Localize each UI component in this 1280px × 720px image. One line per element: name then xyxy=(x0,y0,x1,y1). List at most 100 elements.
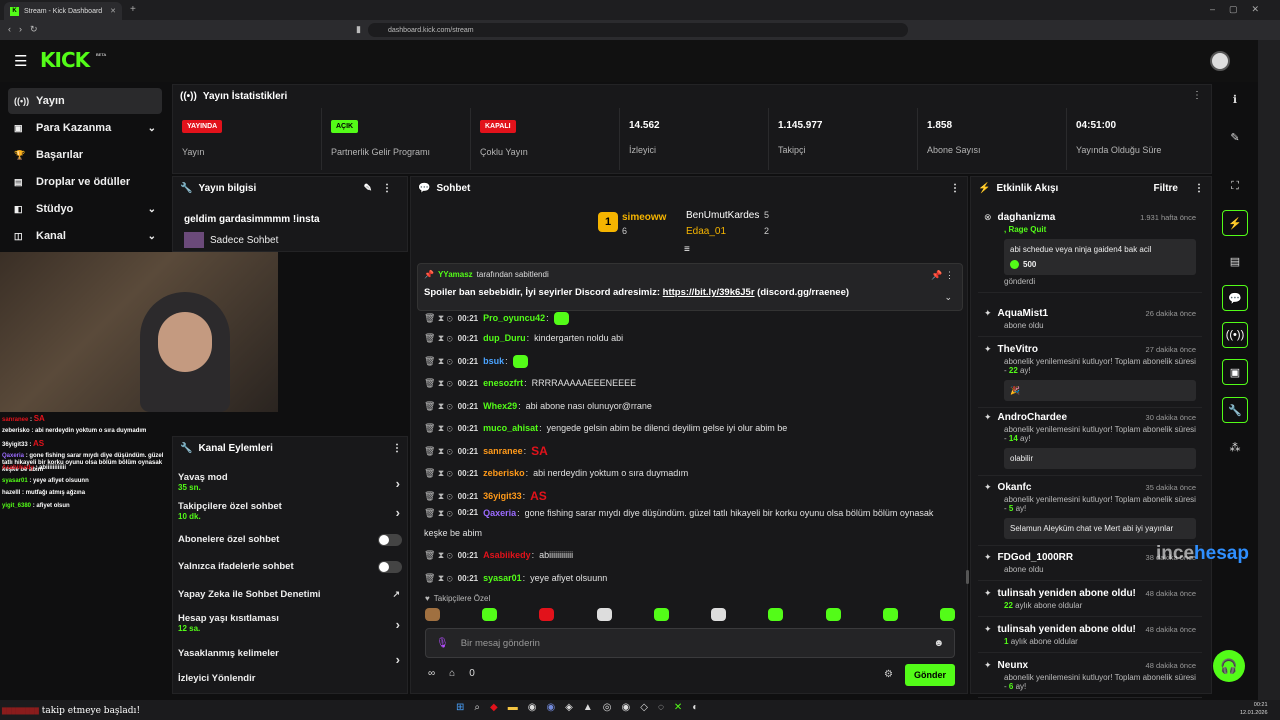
layout-icon[interactable]: ▣ xyxy=(1222,359,1248,385)
mod-icons[interactable]: 🗑 ⧗ ⊙ xyxy=(424,573,453,584)
chat-message[interactable]: 🗑 ⧗ ⊙ 00:21 36yigit33: AS xyxy=(424,485,954,507)
chat-message[interactable]: 🗑 ⧗ ⊙ 00:21 zeberisko: abi nerdeydin yoktum… xyxy=(424,462,954,484)
browser-tab[interactable]: K Stream - Kick Dashboard ✕ xyxy=(4,2,122,20)
window-controls[interactable]: –▢✕ xyxy=(1210,4,1273,15)
chevron-down-icon[interactable]: ⌄ xyxy=(148,123,156,134)
crop-icon[interactable]: ⛶ xyxy=(1222,173,1248,199)
app-icon[interactable]: ◌ xyxy=(658,702,664,713)
chat-message[interactable]: 🗑 ⧗ ⊙ 00:21 enesozfrt: RRRRAAAAAEEENEEEE xyxy=(424,372,954,394)
chat-message[interactable]: 🗑 ⧗ ⊙ 00:21 bsuk: xyxy=(424,350,954,372)
chevron-down-icon[interactable]: ⌄ xyxy=(148,231,156,242)
message-user[interactable]: bsuk xyxy=(483,356,504,366)
chat-message[interactable]: 🗑 ⧗ ⊙ 00:21 Whex29: abi abone nası olunuyor… xyxy=(424,395,954,417)
more-icon[interactable]: ⋮ xyxy=(1194,183,1204,194)
message-user[interactable]: 36yigit33 xyxy=(483,491,522,501)
sidebar-item-2[interactable]: 🏆 Başarılar xyxy=(8,142,162,168)
chat-message[interactable]: 🗑 ⧗ ⊙ 00:21 dup_Duru: kindergarten noldu ab… xyxy=(424,327,954,349)
activity-item[interactable]: ✦ Okanfc 35 dakika önce abonelik yenilemesi… xyxy=(978,476,1202,546)
channel-action-5[interactable]: Hesap yaşı kısıtlaması 12 sa. › xyxy=(178,613,406,639)
emote[interactable] xyxy=(939,608,955,621)
mod-icons[interactable]: 🗑 ⧗ ⊙ xyxy=(424,333,453,344)
sidebar-item-0[interactable]: ((•)) Yayın xyxy=(8,88,162,114)
filter-button[interactable]: Filtre xyxy=(1154,183,1178,194)
discord-icon[interactable]: ◉ xyxy=(546,702,555,713)
channel-action-1[interactable]: Takipçilere özel sohbet 10 dk. › xyxy=(178,501,406,527)
emote[interactable] xyxy=(596,608,612,621)
kick-logo[interactable]: KICK xyxy=(40,48,90,72)
emote[interactable] xyxy=(653,608,669,621)
message-user[interactable]: Asabiikedy xyxy=(483,550,531,560)
chevron-right-icon[interactable]: › xyxy=(396,617,400,632)
message-user[interactable]: enesozfrt xyxy=(483,378,523,388)
emote[interactable] xyxy=(539,608,555,621)
app-icon[interactable]: ◉ xyxy=(622,702,631,713)
message-input[interactable]: 🎙 Bir mesaj gönderin ☻ xyxy=(425,628,955,658)
info-icon[interactable]: ℹ xyxy=(1222,86,1248,112)
message-user[interactable]: Qaxeria xyxy=(483,508,516,518)
menu-icon[interactable]: ☰ xyxy=(14,52,27,70)
collapse-icon[interactable]: ≡ xyxy=(684,244,690,255)
message-user[interactable]: Pro_oyuncu42 xyxy=(483,313,545,323)
new-tab-icon[interactable]: + xyxy=(130,4,136,15)
chat-icon[interactable]: 💬 xyxy=(1222,285,1248,311)
more-icon[interactable]: ⋮ xyxy=(1192,90,1202,101)
pinned-message[interactable]: 📌 YYamasz tarafından sabitlendi Spoiler ba… xyxy=(417,263,963,311)
app-icon[interactable]: ◈ xyxy=(565,702,573,713)
leader-name[interactable]: BenUmutKardes xyxy=(686,210,759,221)
settings-icon[interactable]: ⚙ xyxy=(884,669,893,680)
emote[interactable] xyxy=(482,608,498,621)
app-icon[interactable]: ▲ xyxy=(583,702,593,713)
chevron-right-icon[interactable]: › xyxy=(396,652,400,667)
leader-name[interactable]: simeoww xyxy=(622,212,666,223)
more-icon[interactable]: ⋮ xyxy=(392,443,402,454)
toggle-switch[interactable] xyxy=(378,534,402,546)
chat-message[interactable]: 🗑 ⧗ ⊙ 00:21 Qaxeria: gone fishing sarar mıy… xyxy=(424,508,954,542)
support-icon[interactable]: 🎧 xyxy=(1213,650,1245,682)
emote[interactable] xyxy=(711,608,727,621)
stream-category[interactable]: Sadece Sohbet xyxy=(184,232,278,248)
pencil-icon[interactable]: ✎ xyxy=(1222,124,1248,150)
chat-message[interactable]: 🗑 ⧗ ⊙ 00:21 Pro_oyuncu42: xyxy=(424,307,954,329)
mod-icons[interactable]: 🗑 ⧗ ⊙ xyxy=(424,491,453,502)
url-field[interactable]: dashboard.kick.com/stream xyxy=(368,23,908,37)
app-icon[interactable]: ◎ xyxy=(603,702,612,713)
lightning-icon[interactable]: ⚡ xyxy=(1222,210,1248,236)
emoji-icon[interactable]: ☻ xyxy=(933,638,944,649)
sidebar-item-4[interactable]: ◧ Stüdyo ⌄ xyxy=(8,196,162,222)
more-icon[interactable]: ⋮ xyxy=(950,183,960,194)
chevron-down-icon[interactable]: ⌄ xyxy=(148,204,156,215)
activity-item[interactable]: ✦ AndroChardee 30 dakika önce abonelik yeni… xyxy=(978,406,1202,476)
emote[interactable] xyxy=(882,608,898,621)
sidebar-item-5[interactable]: ◫ Kanal ⌄ xyxy=(8,223,162,249)
points-icon[interactable]: ∞ xyxy=(428,668,435,679)
nav-buttons[interactable]: ‹›↻ xyxy=(8,24,46,35)
unpin-icon[interactable]: 📌 ⋮ xyxy=(931,270,954,281)
chat-message[interactable]: 🗑 ⧗ ⊙ 00:21 muco_ahisat: yengede gelsin abi… xyxy=(424,417,954,439)
edit-icon[interactable]: ✎⋮ xyxy=(364,183,402,194)
emote[interactable] xyxy=(425,608,440,621)
mod-icons[interactable]: 🗑 ⧗ ⊙ xyxy=(424,356,453,367)
chat-scrollbar[interactable] xyxy=(966,570,969,584)
avatar[interactable] xyxy=(1210,51,1230,71)
search-icon[interactable]: ⌕ xyxy=(474,702,480,713)
share-icon[interactable]: ⁂ xyxy=(1222,434,1248,460)
close-tab-icon[interactable]: ✕ xyxy=(110,7,116,15)
activity-item[interactable]: ✦ AquaMist1 26 dakika önce abone oldu xyxy=(978,302,1202,337)
folder-icon[interactable]: ▬ xyxy=(508,702,518,713)
message-user[interactable]: sanranee xyxy=(483,446,523,456)
steam-icon[interactable]: ◉ xyxy=(528,702,537,713)
activity-item[interactable]: ✦ tulinsah yeniden abone oldu! 48 dakika ö… xyxy=(978,618,1202,653)
send-button[interactable]: Gönder xyxy=(905,664,955,686)
app-icon[interactable]: ◇ xyxy=(640,702,648,713)
message-user[interactable]: Whex29 xyxy=(483,401,517,411)
windows-icon[interactable]: ⊞ xyxy=(456,702,464,713)
chevron-right-icon[interactable]: › xyxy=(396,476,400,491)
leader-name[interactable]: Edaa_01 xyxy=(686,226,726,237)
channel-action-0[interactable]: Yavaş mod 35 sn. › xyxy=(178,472,406,498)
channel-action-6[interactable]: Yasaklanmış kelimeler › xyxy=(178,648,406,674)
microphone-icon[interactable]: 🎙 xyxy=(436,638,449,649)
activity-item[interactable]: ✦ tulinsah yeniden abone oldu! 48 dakika ö… xyxy=(978,582,1202,617)
chevron-right-icon[interactable]: › xyxy=(396,505,400,520)
sidebar-item-3[interactable]: ▤ Droplar ve ödüller xyxy=(8,169,162,195)
activity-item[interactable]: ✦ Neunx 48 dakika önce abonelik yenilemesin… xyxy=(978,654,1202,698)
